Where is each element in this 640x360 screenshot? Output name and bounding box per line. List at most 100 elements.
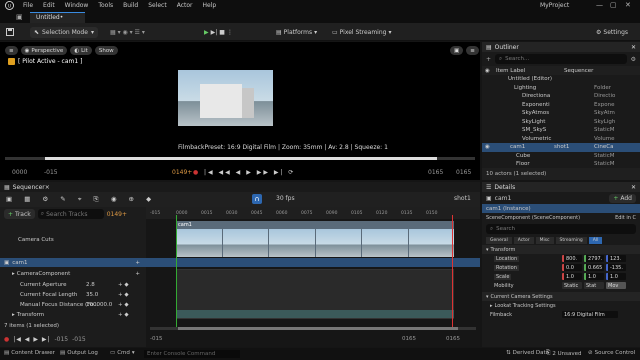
unreal-logo-icon[interactable]: U — [3, 1, 15, 11]
mobility-movable[interactable]: Mov — [606, 282, 626, 289]
outliner-row[interactable]: Cube StaticM — [482, 152, 640, 161]
scale-label[interactable]: Scale — [494, 273, 512, 280]
transform-section[interactable]: ▾ Transform — [482, 245, 640, 254]
viewport-timeline[interactable] — [5, 157, 475, 160]
transport-icons[interactable]: |◀ ◀ ▶ ▶| — [13, 336, 50, 343]
track-search[interactable]: ⌕ Search Tracks — [37, 209, 104, 219]
selection-mode-button[interactable]: ⬉ Selection Mode ▾ — [30, 26, 98, 38]
location-z[interactable]: 123. — [606, 255, 626, 262]
menu-actor[interactable]: Actor — [172, 2, 198, 9]
scale-z[interactable]: 1.0 — [606, 273, 626, 280]
console-input[interactable]: Enter Console Command — [144, 350, 240, 358]
filter-general[interactable]: General — [486, 237, 512, 244]
outliner-row[interactable]: SkyLight SkyLigh — [482, 118, 640, 127]
track-focal-length[interactable]: Current Focal Length 35.0 + ◆ — [0, 290, 146, 299]
rotation-x[interactable]: 0.0 — [562, 264, 582, 271]
derived-data-button[interactable]: ⇅ Derived Data — [506, 350, 549, 356]
close-icon[interactable]: ✕ — [631, 44, 636, 51]
scale-y[interactable]: 1.0 — [584, 273, 604, 280]
track-value[interactable]: 35.0 — [86, 292, 98, 298]
pixel-streaming-button[interactable]: ▭ Pixel Streaming ▾ — [332, 26, 391, 38]
edit-label[interactable]: Edit in C — [615, 215, 636, 221]
filmback-value[interactable]: 16:9 Digital Film — [562, 311, 618, 318]
show-button[interactable]: Show — [94, 46, 118, 55]
plus-icon[interactable]: + — [135, 271, 140, 277]
mobility-stationary[interactable]: Stat — [584, 282, 604, 289]
component-row[interactable]: SceneComponent (SceneComponent) Edit in C — [482, 213, 640, 222]
outliner-row-selected[interactable]: ◉ cam1 shot1 CineCa — [482, 143, 640, 152]
maximize-icon[interactable]: ▢ — [610, 1, 617, 9]
add-component-button[interactable]: + Add — [609, 193, 636, 203]
scale-x[interactable]: 1.0 — [562, 273, 582, 280]
snap-icon[interactable]: ∩ — [252, 194, 262, 204]
bottom-start-frame[interactable]: -015 — [54, 336, 68, 343]
add-icon[interactable]: + — [482, 56, 491, 63]
filter-streaming[interactable]: Streaming — [555, 237, 587, 244]
menu-select[interactable]: Select — [143, 2, 172, 9]
outliner-row[interactable]: SM_SkyS StaticM — [482, 126, 640, 135]
plus-icon[interactable]: + ◆ — [118, 312, 129, 318]
track-current-aperture[interactable]: Current Aperture 2.8 + ◆ — [0, 280, 146, 289]
settings-button[interactable]: ⚙ Settings — [596, 26, 628, 38]
range-end-2[interactable]: 0165 — [446, 336, 460, 342]
play-icon[interactable]: ▶ — [204, 29, 209, 36]
details-search[interactable]: ⌕ Search — [486, 224, 636, 234]
camera-settings-section[interactable]: ▾ Current Camera Settings — [482, 292, 640, 301]
location-label[interactable]: Location — [494, 255, 520, 262]
filter-actor[interactable]: Actor — [513, 237, 534, 244]
lit-button[interactable]: ◐ Lit — [70, 46, 92, 55]
plus-icon[interactable]: + ◆ — [118, 302, 129, 308]
filter-misc[interactable]: Misc — [535, 237, 554, 244]
outliner-row[interactable]: Volumetric Volume — [482, 135, 640, 144]
instance-row[interactable]: cam1 (Instance) — [482, 204, 640, 213]
plus-icon[interactable]: + ◆ — [118, 292, 129, 298]
sequencer-tool-icons[interactable]: ▣ ▦ ⚙ ✎ ⌖ ⎘ ◉ ⊕ ◆ — [6, 195, 156, 204]
viewport-options-icon[interactable]: ≡ — [466, 46, 479, 55]
source-control-button[interactable]: ⊘ Source Control — [588, 350, 635, 356]
menu-window[interactable]: Window — [60, 2, 94, 9]
cam1-track-row[interactable] — [146, 258, 480, 267]
menu-help[interactable]: Help — [198, 2, 222, 9]
close-icon[interactable]: ✕ — [631, 184, 636, 191]
time-ruler[interactable]: -015 0000 0015 0030 0045 0060 0075 0090 … — [146, 207, 480, 219]
outliner-row[interactable]: Untitled (Editor) — [482, 75, 640, 84]
content-drawer-button[interactable]: ▤ Content Drawer — [4, 350, 55, 356]
track-focus-distance[interactable]: Manual Focus Distance (Fo... 100000.0 + ◆ — [0, 300, 146, 309]
content-icons[interactable]: ▦ ▾ ◉ ▾ ☰ ▾ — [110, 26, 145, 38]
filmback-row[interactable]: Filmback 16:9 Digital Film — [482, 310, 640, 319]
stop-icon[interactable]: ■ — [219, 29, 225, 36]
menu-edit[interactable]: Edit — [38, 2, 60, 9]
location-x[interactable]: 800. — [562, 255, 582, 262]
platforms-button[interactable]: ▤ Platforms ▾ — [276, 26, 317, 38]
perspective-button[interactable]: ◉ Perspective — [20, 46, 68, 55]
sequencer-header[interactable]: Sequencer — [552, 68, 593, 74]
sequencer-tab[interactable]: Sequencer× — [10, 184, 50, 191]
track-camera-cuts[interactable]: Camera Cuts — [0, 235, 146, 244]
minimize-icon[interactable]: — — [596, 1, 603, 9]
output-log-button[interactable]: ▤ Output Log — [60, 350, 98, 356]
fps-selector[interactable]: 30 fps — [276, 195, 295, 202]
menu-build[interactable]: Build — [118, 2, 143, 9]
outliner-row[interactable]: Lighting Folder — [482, 84, 640, 93]
range-start[interactable]: -015 — [150, 336, 162, 342]
save-icon[interactable] — [6, 26, 14, 38]
range-end[interactable]: 0165 — [402, 336, 416, 342]
scale-row[interactable]: Scale 1.0 1.0 1.0 — [482, 272, 640, 281]
layout-icon[interactable]: ▣ — [450, 46, 464, 55]
track-transform[interactable]: ▸ Transform + ◆ — [0, 310, 146, 319]
track-value[interactable]: 100000.0 — [86, 302, 112, 308]
menu-file[interactable]: File — [18, 2, 38, 9]
menu-tools[interactable]: Tools — [93, 2, 118, 9]
transform-section[interactable] — [176, 310, 454, 318]
filter-icon[interactable]: ⚙ — [631, 56, 640, 63]
bottom-start-frame-2[interactable]: -015 — [72, 336, 86, 343]
add-track-button[interactable]: + Track — [4, 209, 35, 219]
filter-all[interactable]: All — [588, 237, 603, 244]
close-icon[interactable]: ✕ — [625, 1, 631, 9]
track-value[interactable]: 2.8 — [86, 282, 95, 288]
track-cam1[interactable]: ▣ cam1 + — [0, 258, 146, 267]
item-label-header[interactable]: Item Label — [492, 68, 552, 74]
location-y[interactable]: 2797. — [584, 255, 604, 262]
camera-cut-clip[interactable]: cam1 — [176, 221, 454, 257]
level-tab[interactable]: Untitled• — [30, 12, 85, 23]
